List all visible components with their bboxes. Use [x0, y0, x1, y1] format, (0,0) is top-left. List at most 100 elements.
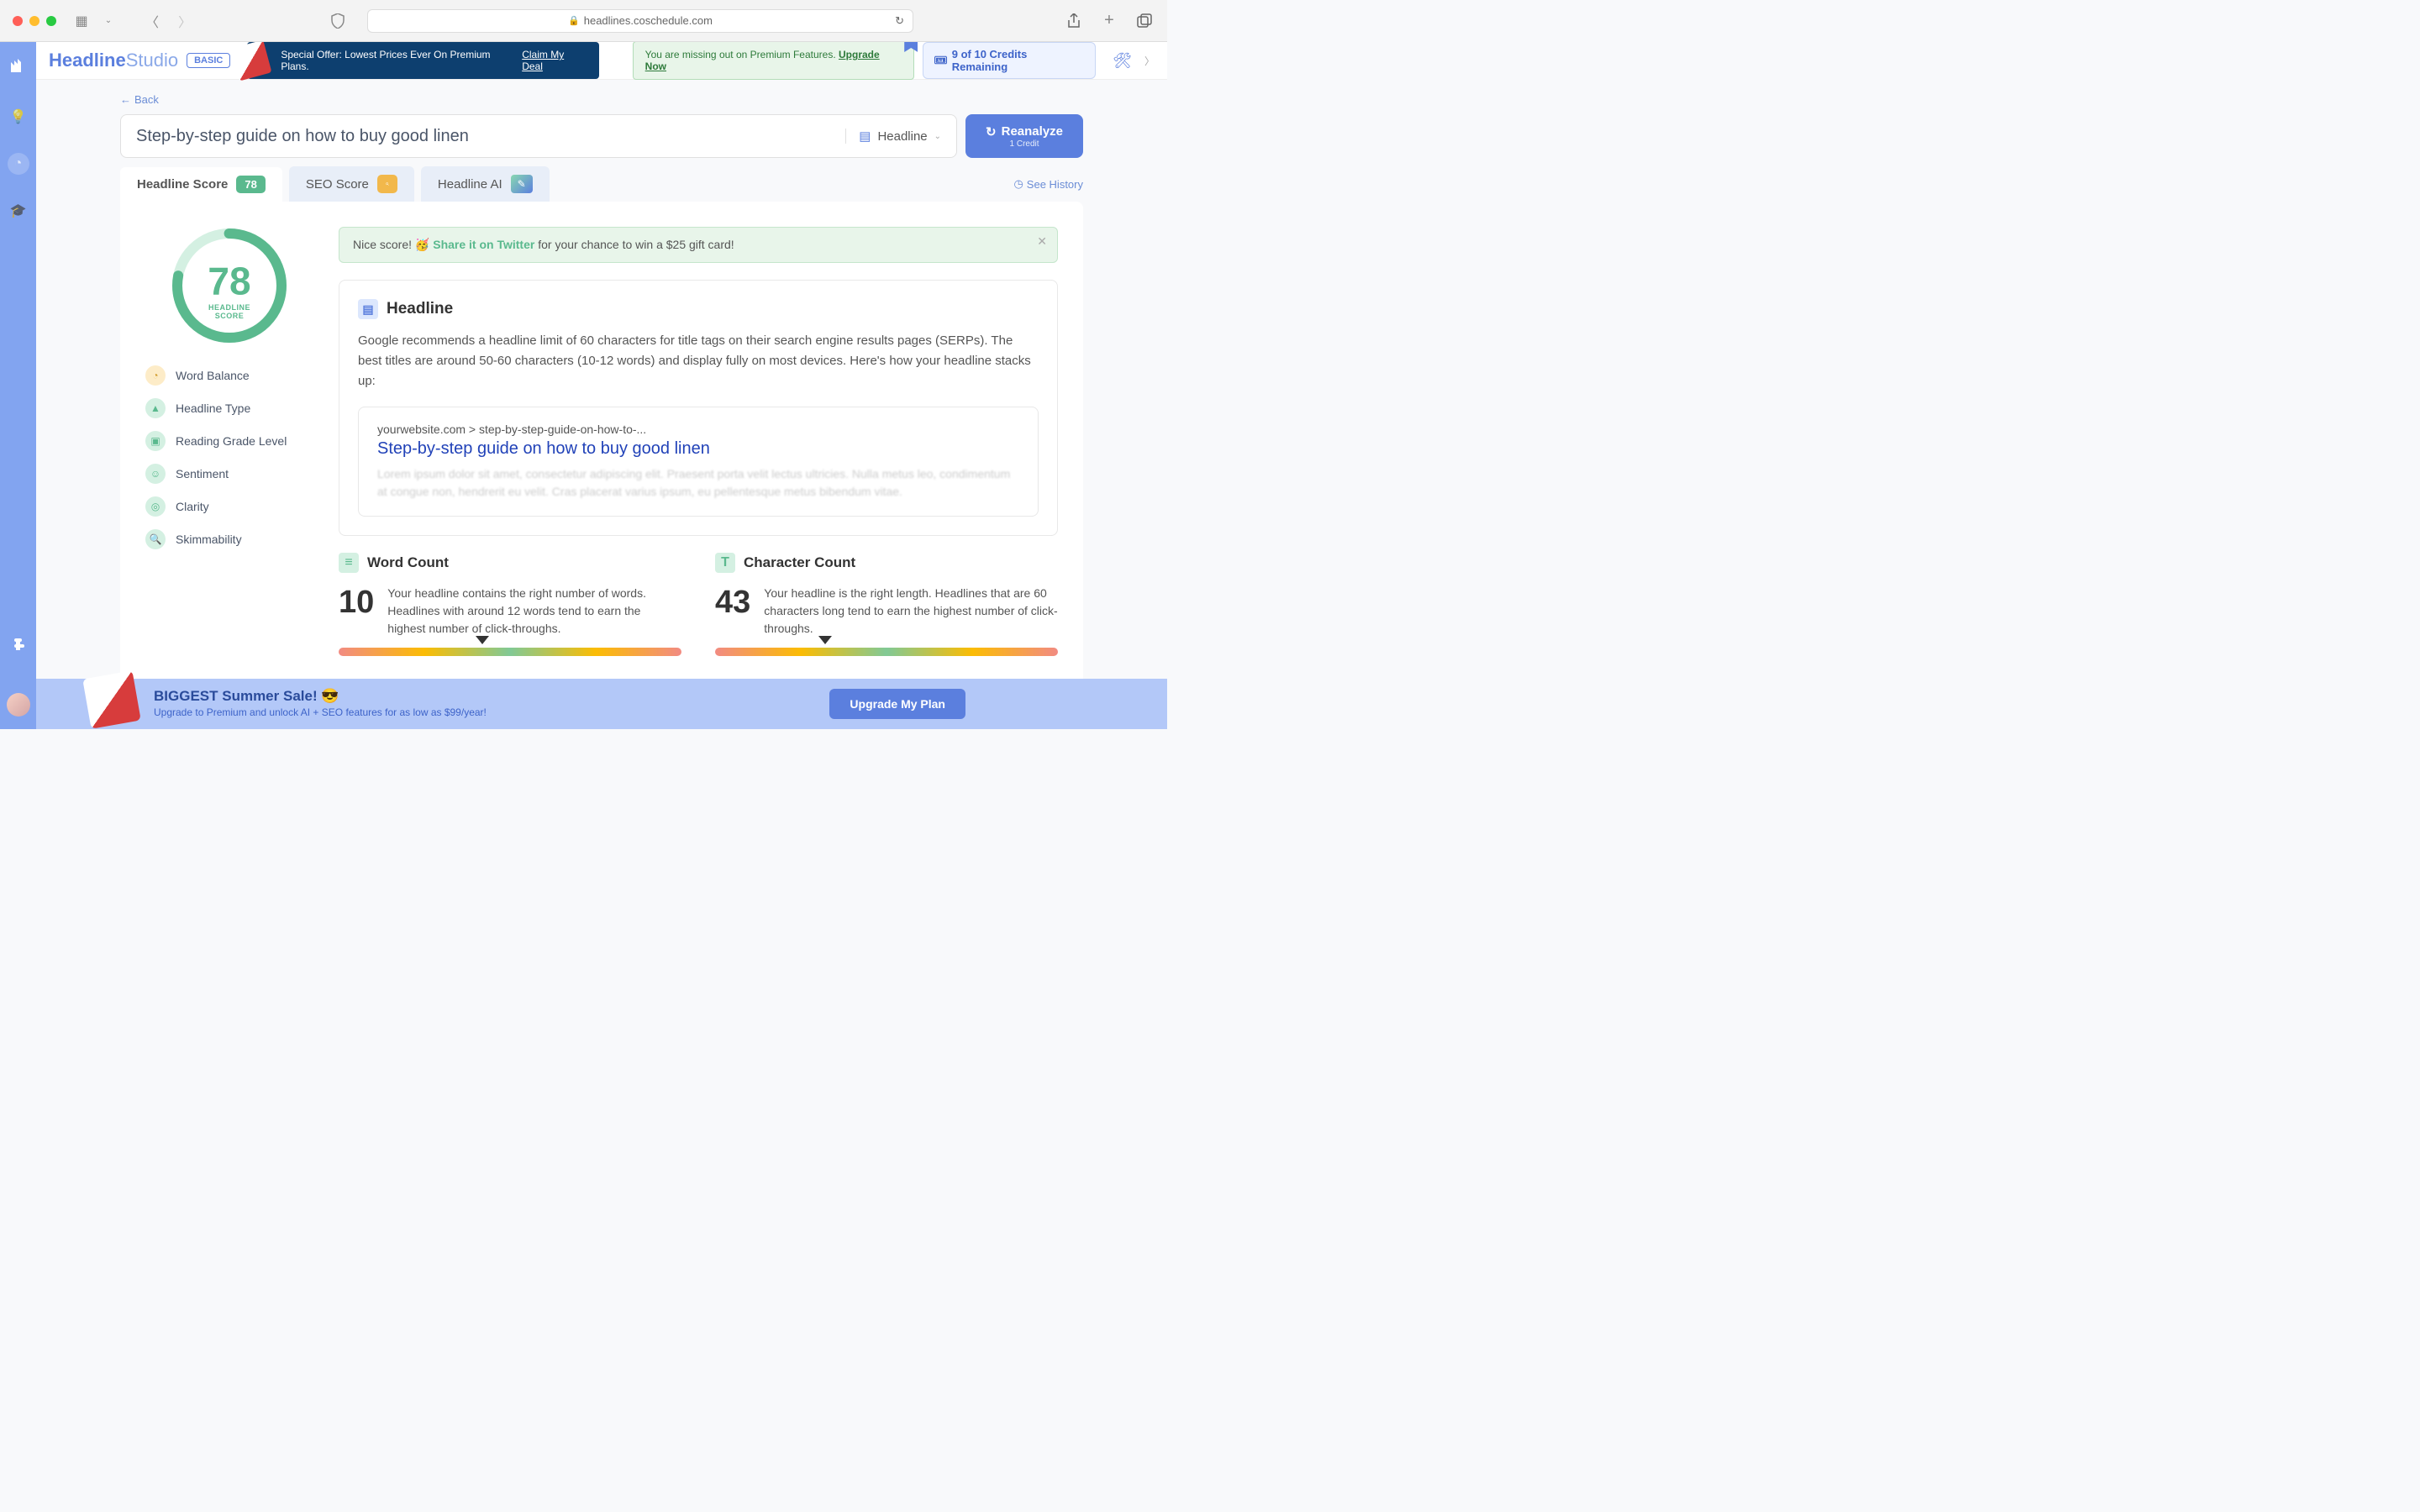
browser-chrome: ▦ ⌄ 〈 〉 🔒 headlines.coschedule.com ↻ +	[0, 0, 1167, 42]
share-twitter-link[interactable]: Share it on Twitter	[433, 238, 534, 251]
char-count-value: 43	[715, 585, 750, 638]
maximize-window[interactable]	[46, 16, 56, 26]
chevron-right-icon[interactable]: 〉	[1144, 54, 1155, 68]
twitter-banner: Nice score! 🥳 Share it on Twitter for yo…	[339, 227, 1058, 263]
app-sidebar: 💡 ◔ 🎓	[0, 42, 36, 729]
smile-icon: ☺	[145, 464, 166, 484]
headline-input-box: ▤ Headline ⌄	[120, 114, 957, 158]
back-link[interactable]: ← Back	[120, 93, 159, 106]
serp-title: Step-by-step guide on how to buy good li…	[377, 439, 1019, 459]
gauge-pointer	[476, 636, 489, 644]
sidebar-toggle-icon[interactable]: ▦	[71, 11, 92, 31]
see-history-link[interactable]: ◷ See History	[1013, 177, 1083, 191]
metric-list: ◔Word Balance ▲Headline Type ▣Reading Gr…	[145, 365, 313, 549]
headline-input[interactable]	[136, 127, 845, 146]
score-value: 78	[208, 259, 250, 304]
minimize-window[interactable]	[29, 16, 39, 26]
search-icon: 🔍	[145, 529, 166, 549]
logo-icon[interactable]	[9, 57, 28, 81]
puzzle-icon[interactable]	[8, 633, 29, 655]
tab-headline-ai[interactable]: Headline AI ✎	[421, 166, 550, 202]
score-badge: 78	[236, 176, 265, 193]
word-count-gauge	[339, 648, 681, 656]
char-count-gauge	[715, 648, 1058, 656]
word-count-value: 10	[339, 585, 374, 638]
tabs: Headline Score 78 SEO Score Headline AI …	[120, 166, 1083, 202]
section-title: ▤ Headline	[358, 299, 1039, 319]
bookmark-icon	[904, 42, 918, 52]
chevron-down-icon: ⌄	[934, 132, 941, 141]
credits-remaining[interactable]: 🎟 9 of 10 Credits Remaining	[923, 42, 1096, 79]
brand-name: HeadlineStudio	[49, 50, 178, 71]
search-icon	[377, 175, 397, 193]
share-icon[interactable]	[1064, 11, 1084, 31]
upgrade-notice: You are missing out on Premium Features.…	[633, 42, 915, 80]
detail-column: Nice score! 🥳 Share it on Twitter for yo…	[339, 227, 1058, 673]
metric-reading-grade[interactable]: ▣Reading Grade Level	[145, 431, 313, 451]
promo-banner: Special Offer: Lowest Prices Ever On Pre…	[247, 42, 598, 79]
traffic-lights	[13, 16, 56, 26]
claim-deal-link[interactable]: Claim My Deal	[522, 49, 587, 72]
score-label: HEADLINESCORE	[208, 303, 250, 320]
lightbulb-icon[interactable]: 💡	[8, 106, 29, 128]
upgrade-plan-button[interactable]: Upgrade My Plan	[829, 689, 965, 719]
address-bar[interactable]: 🔒 headlines.coschedule.com ↻	[367, 9, 913, 33]
metric-headline-type[interactable]: ▲Headline Type	[145, 398, 313, 418]
tab-headline-score[interactable]: Headline Score 78	[120, 167, 282, 202]
serp-desc: Lorem ipsum dolor sit amet, consectetur …	[377, 465, 1019, 501]
type-icon: ▲	[145, 398, 166, 418]
text-icon: T	[715, 553, 735, 573]
metric-clarity[interactable]: ◎Clarity	[145, 496, 313, 517]
gauge-pointer	[818, 636, 832, 644]
plan-badge: BASIC	[187, 53, 230, 68]
metric-skimmability[interactable]: 🔍Skimmability	[145, 529, 313, 549]
content: ← Back ▤ Headline ⌄ ↻Reanalyze 1 Credit	[36, 80, 1167, 729]
lines-icon: ≡	[339, 553, 359, 573]
word-count-text: Your headline contains the right number …	[387, 585, 681, 638]
tab-seo-score[interactable]: SEO Score	[289, 166, 414, 202]
char-count-section: T Character Count 43 Your headline is th…	[715, 553, 1058, 656]
metric-word-balance[interactable]: ◔Word Balance	[145, 365, 313, 386]
avatar[interactable]	[7, 693, 30, 717]
score-column: 78 HEADLINESCORE ◔Word Balance ▲Headline…	[145, 227, 313, 673]
footer-banner: BIGGEST Summer Sale! 😎 Upgrade to Premiu…	[36, 679, 1167, 729]
char-count-text: Your headline is the right length. Headl…	[764, 585, 1058, 638]
target-icon: ◎	[145, 496, 166, 517]
reanalyze-button[interactable]: ↻Reanalyze 1 Credit	[965, 114, 1083, 158]
book-icon: ▣	[145, 431, 166, 451]
close-icon[interactable]: ✕	[1037, 234, 1047, 249]
graduation-icon[interactable]: 🎓	[8, 200, 29, 222]
chevron-down-icon[interactable]: ⌄	[98, 11, 118, 31]
save-big-icon	[82, 670, 141, 729]
serp-url: yourwebsite.com > step-by-step-guide-on-…	[377, 423, 1019, 436]
ticket-icon: 🎟	[934, 54, 948, 67]
history-icon: ◷	[1013, 177, 1023, 191]
back-icon[interactable]: 〈	[142, 11, 162, 31]
footer-text: BIGGEST Summer Sale! 😎 Upgrade to Premiu…	[154, 688, 487, 720]
close-window[interactable]	[13, 16, 23, 26]
wand-icon: ✎	[511, 175, 533, 193]
pie-icon: ◔	[145, 365, 166, 386]
pie-chart-icon[interactable]: ◔	[8, 153, 29, 175]
document-icon: ▤	[859, 129, 871, 144]
refresh-icon: ↻	[986, 124, 997, 139]
shield-icon[interactable]	[328, 11, 348, 31]
count-row: ≡ Word Count 10 Your headline contains t…	[339, 553, 1058, 656]
metric-sentiment[interactable]: ☺Sentiment	[145, 464, 313, 484]
headline-section: ▤ Headline Google recommends a headline …	[339, 280, 1058, 536]
forward-icon[interactable]: 〉	[175, 11, 195, 31]
arrow-left-icon: ←	[120, 93, 131, 106]
document-icon: ▤	[358, 299, 378, 319]
type-selector[interactable]: ▤ Headline ⌄	[845, 129, 941, 144]
tools-icon[interactable]: 🛠	[1113, 52, 1132, 70]
analysis-panel: 78 HEADLINESCORE ◔Word Balance ▲Headline…	[120, 202, 1083, 729]
save-big-icon	[231, 42, 272, 81]
refresh-icon[interactable]: ↻	[895, 14, 904, 28]
tabs-icon[interactable]	[1134, 11, 1155, 31]
url-text: headlines.coschedule.com	[584, 14, 713, 27]
section-desc: Google recommends a headline limit of 60…	[358, 331, 1039, 391]
new-tab-icon[interactable]: +	[1099, 11, 1119, 31]
score-circle: 78 HEADLINESCORE	[171, 227, 288, 344]
word-count-section: ≡ Word Count 10 Your headline contains t…	[339, 553, 681, 656]
serp-preview: yourwebsite.com > step-by-step-guide-on-…	[358, 407, 1039, 517]
